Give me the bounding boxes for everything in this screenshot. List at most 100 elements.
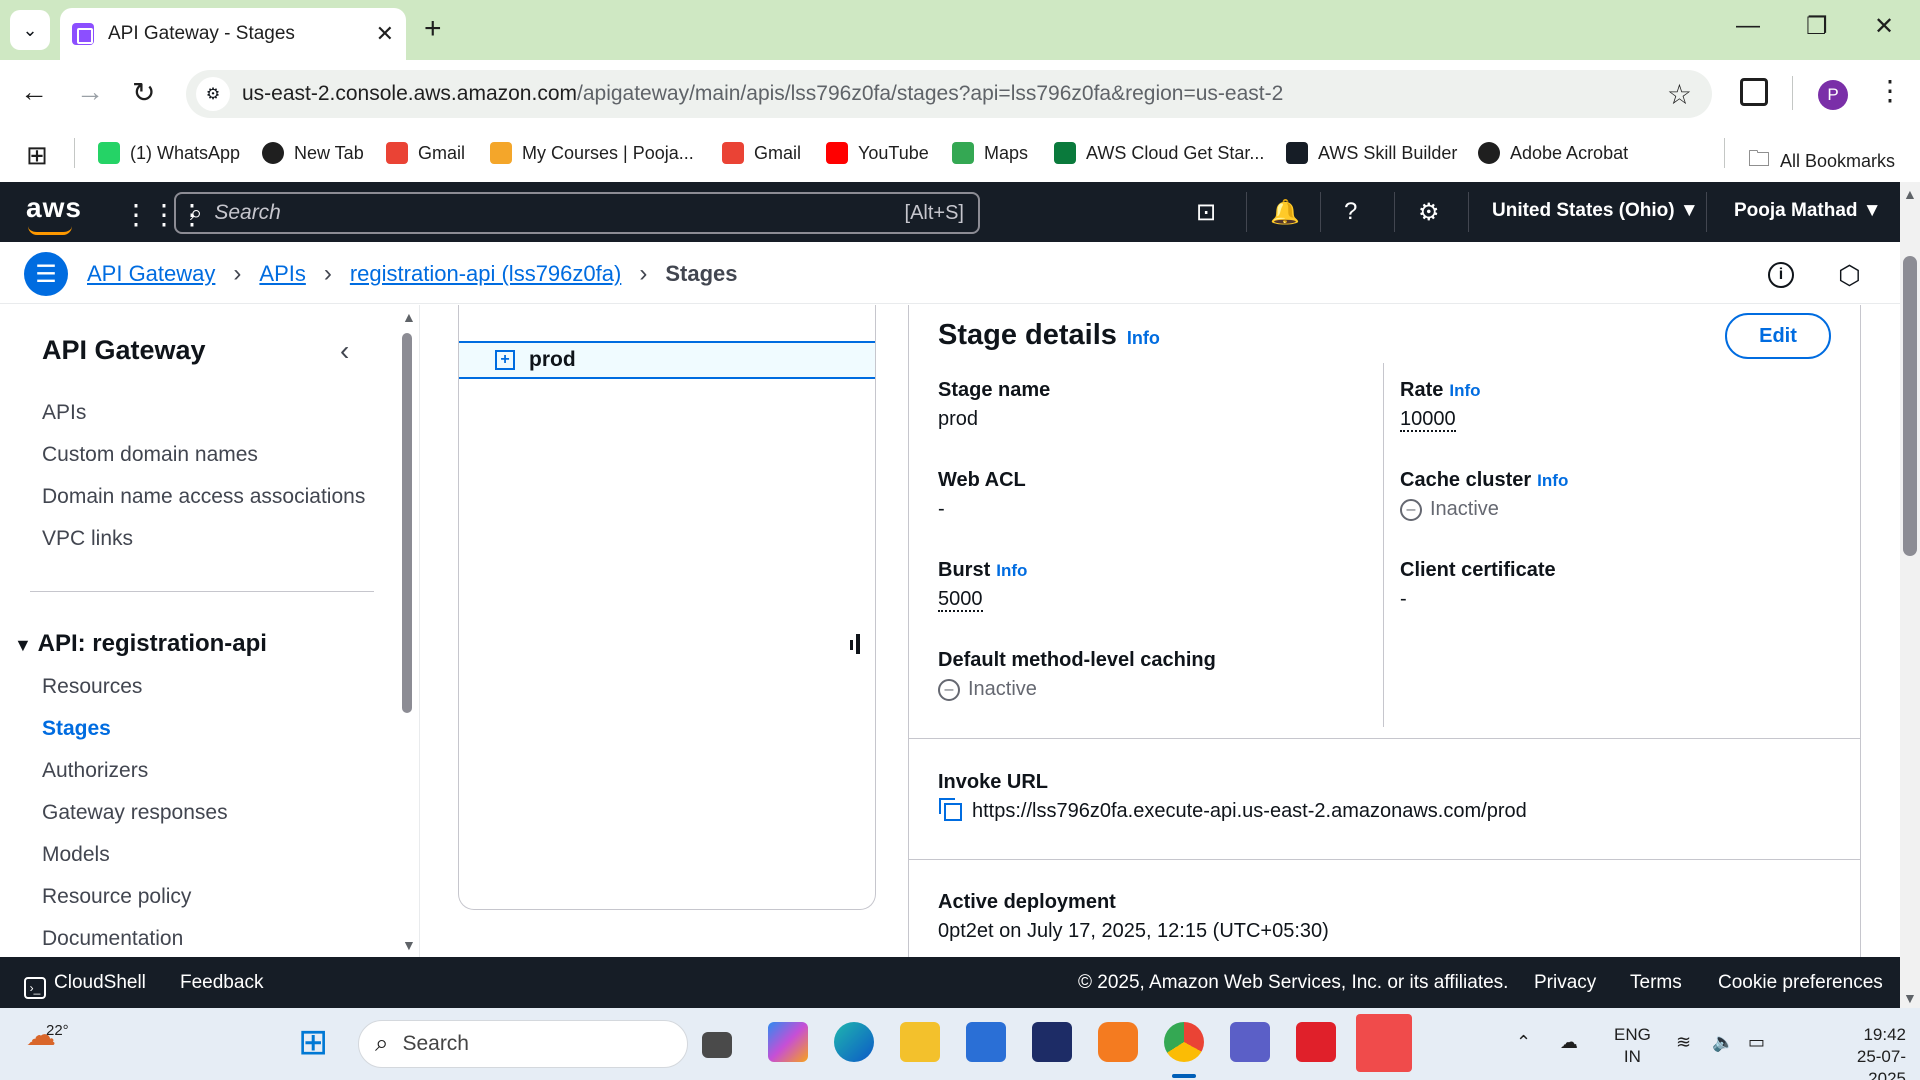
restore-icon[interactable]: ❐ bbox=[1806, 12, 1828, 41]
app-orange-icon[interactable] bbox=[1098, 1022, 1138, 1062]
url-text[interactable]: us-east-2.console.aws.amazon.com/apigate… bbox=[242, 82, 1667, 106]
page-scroll-down-arrow-icon[interactable]: ▼ bbox=[1903, 990, 1917, 1006]
extensions-icon[interactable] bbox=[1740, 78, 1768, 106]
sidenav-item-vpc-links[interactable]: VPC links bbox=[42, 527, 133, 551]
reload-icon[interactable]: ↻ bbox=[132, 76, 155, 109]
cloudshell-icon[interactable]: ⊡ bbox=[1196, 198, 1216, 227]
sidenav-item-resources[interactable]: Resources bbox=[42, 675, 142, 699]
task-view-icon[interactable] bbox=[702, 1032, 732, 1058]
side-nav-toggle-button[interactable]: ☰ bbox=[24, 252, 68, 296]
sidenav-item-stages[interactable]: Stages bbox=[42, 717, 111, 741]
profile-avatar[interactable]: P bbox=[1818, 80, 1848, 110]
rate-info-link[interactable]: Info bbox=[1449, 381, 1480, 400]
notifications-bell-icon[interactable]: 🔔 bbox=[1270, 198, 1300, 227]
breadcrumb-link-apis[interactable]: APIs bbox=[259, 261, 305, 287]
panel-resize-handle[interactable] bbox=[850, 640, 853, 650]
page-scroll-up-arrow-icon[interactable]: ▲ bbox=[1903, 186, 1917, 202]
tab-search-button[interactable]: ⌄ bbox=[10, 10, 50, 50]
copilot-icon[interactable] bbox=[768, 1022, 808, 1062]
panel-resize-handle[interactable] bbox=[856, 634, 860, 654]
breadcrumb-link-registration-api[interactable]: registration-api (lss796z0fa) bbox=[350, 261, 621, 287]
back-arrow-icon[interactable]: ← bbox=[20, 76, 48, 108]
invoke-url-value[interactable]: https://lss796z0fa.execute-api.us-east-2… bbox=[972, 800, 1527, 823]
volume-icon[interactable]: 🔈 bbox=[1712, 1032, 1734, 1053]
bookmark-item[interactable]: Adobe Acrobat bbox=[1478, 142, 1628, 164]
forward-arrow-icon[interactable]: → bbox=[76, 76, 104, 108]
collapse-nav-chevron-left-icon[interactable]: ‹ bbox=[340, 335, 349, 367]
microsoft-store-icon[interactable] bbox=[966, 1022, 1006, 1062]
address-bar[interactable]: ⚙ us-east-2.console.aws.amazon.com/apiga… bbox=[186, 70, 1712, 118]
minimize-icon[interactable]: — bbox=[1736, 12, 1760, 40]
edit-button[interactable]: Edit bbox=[1725, 313, 1831, 359]
opera-browser-icon[interactable] bbox=[1356, 1014, 1412, 1072]
browser-menu-icon[interactable]: ⋮ bbox=[1876, 74, 1904, 107]
aws-search-input[interactable]: ⌕ Search [Alt+S] bbox=[174, 192, 980, 234]
tools-hexagon-icon[interactable]: ⬡ bbox=[1838, 260, 1861, 291]
bookmark-item[interactable]: My Courses | Pooja... bbox=[490, 142, 694, 164]
account-menu[interactable]: Pooja Mathad ▼ bbox=[1734, 200, 1882, 222]
input-language-indicator[interactable]: ENG IN bbox=[1614, 1024, 1651, 1068]
browser-tab-active[interactable]: API Gateway - Stages ✕ bbox=[60, 8, 406, 60]
app-s-icon[interactable] bbox=[1032, 1022, 1072, 1062]
windows-start-icon[interactable]: ⊞ bbox=[298, 1022, 338, 1062]
stage-tree-item-prod[interactable]: + prod bbox=[459, 341, 875, 379]
sidenav-item-custom-domain-names[interactable]: Custom domain names bbox=[42, 443, 258, 467]
show-hidden-icons-chevron-up-icon[interactable]: ⌃ bbox=[1516, 1032, 1531, 1053]
taskbar-search-input[interactable]: ⌕ Search bbox=[358, 1020, 688, 1068]
scroll-down-arrow-icon[interactable]: ▼ bbox=[402, 937, 416, 953]
scroll-up-arrow-icon[interactable]: ▲ bbox=[402, 309, 416, 325]
expand-plus-icon[interactable]: + bbox=[495, 350, 515, 370]
sidenav-scrollbar-thumb[interactable] bbox=[402, 333, 412, 713]
cache-cluster-field: Cache cluster Info – Inactive bbox=[1400, 469, 1568, 521]
close-tab-icon[interactable]: ✕ bbox=[376, 21, 394, 47]
sidenav-item-apis[interactable]: APIs bbox=[42, 401, 86, 425]
stage-details-info-link[interactable]: Info bbox=[1127, 328, 1160, 348]
cache-cluster-info-link[interactable]: Info bbox=[1537, 471, 1568, 490]
sidenav-item-domain-name-access-associations[interactable]: Domain name access associations bbox=[42, 485, 365, 509]
side-nav-title[interactable]: API Gateway bbox=[42, 335, 206, 366]
system-clock[interactable]: 19:42 25-07-2025 bbox=[1836, 1024, 1906, 1080]
bookmark-star-icon[interactable]: ☆ bbox=[1667, 78, 1692, 111]
onedrive-cloud-icon[interactable]: ☁ bbox=[1560, 1032, 1578, 1053]
sidenav-item-documentation[interactable]: Documentation bbox=[42, 927, 183, 951]
edge-browser-icon[interactable] bbox=[834, 1022, 874, 1062]
sidenav-item-resource-policy[interactable]: Resource policy bbox=[42, 885, 191, 909]
wifi-icon[interactable]: ≋ bbox=[1676, 1032, 1691, 1053]
bookmark-item[interactable]: New Tab bbox=[262, 142, 364, 164]
teams-icon[interactable] bbox=[1230, 1022, 1270, 1062]
bookmark-item[interactable]: Maps bbox=[952, 142, 1028, 164]
sidenav-group-api-registration[interactable]: ▼ API: registration-api bbox=[14, 630, 267, 658]
region-selector[interactable]: United States (Ohio) ▼ bbox=[1492, 200, 1699, 222]
sidenav-item-models[interactable]: Models bbox=[42, 843, 110, 867]
cloudshell-button[interactable]: ›_ CloudShell bbox=[24, 972, 146, 999]
chrome-browser-icon[interactable] bbox=[1164, 1022, 1204, 1062]
wps-office-icon[interactable] bbox=[1296, 1022, 1336, 1062]
bookmark-item[interactable]: YouTube bbox=[826, 142, 929, 164]
file-explorer-icon[interactable] bbox=[900, 1022, 940, 1062]
bookmark-item[interactable]: Gmail bbox=[722, 142, 801, 164]
bookmark-item[interactable]: AWS Cloud Get Star... bbox=[1054, 142, 1264, 164]
burst-info-link[interactable]: Info bbox=[996, 561, 1027, 580]
bookmark-item[interactable]: AWS Skill Builder bbox=[1286, 142, 1457, 164]
settings-gear-icon[interactable]: ⚙ bbox=[1418, 198, 1440, 227]
new-tab-button[interactable]: + bbox=[424, 14, 442, 44]
copy-icon[interactable] bbox=[939, 797, 962, 821]
site-info-icon[interactable]: ⚙ bbox=[196, 77, 230, 111]
sidenav-item-gateway-responses[interactable]: Gateway responses bbox=[42, 801, 228, 825]
info-panel-icon[interactable]: i bbox=[1768, 262, 1794, 288]
terms-link[interactable]: Terms bbox=[1630, 972, 1682, 994]
privacy-link[interactable]: Privacy bbox=[1534, 972, 1596, 994]
breadcrumb-link-api-gateway[interactable]: API Gateway bbox=[87, 261, 215, 287]
page-scrollbar-thumb[interactable] bbox=[1903, 256, 1917, 556]
sidenav-item-authorizers[interactable]: Authorizers bbox=[42, 759, 148, 783]
feedback-link[interactable]: Feedback bbox=[180, 972, 263, 994]
cookie-preferences-link[interactable]: Cookie preferences bbox=[1718, 972, 1883, 994]
aws-logo[interactable]: aws bbox=[26, 192, 82, 235]
apps-grid-icon[interactable]: ⊞ bbox=[26, 140, 48, 171]
bookmark-item[interactable]: (1) WhatsApp bbox=[98, 142, 240, 164]
close-window-icon[interactable]: ✕ bbox=[1874, 12, 1894, 41]
all-bookmarks-button[interactable]: 🗀 All Bookmarks bbox=[1748, 142, 1895, 180]
battery-icon[interactable]: ▭ bbox=[1748, 1032, 1765, 1053]
help-icon[interactable]: ? bbox=[1344, 198, 1357, 226]
bookmark-item[interactable]: Gmail bbox=[386, 142, 465, 164]
